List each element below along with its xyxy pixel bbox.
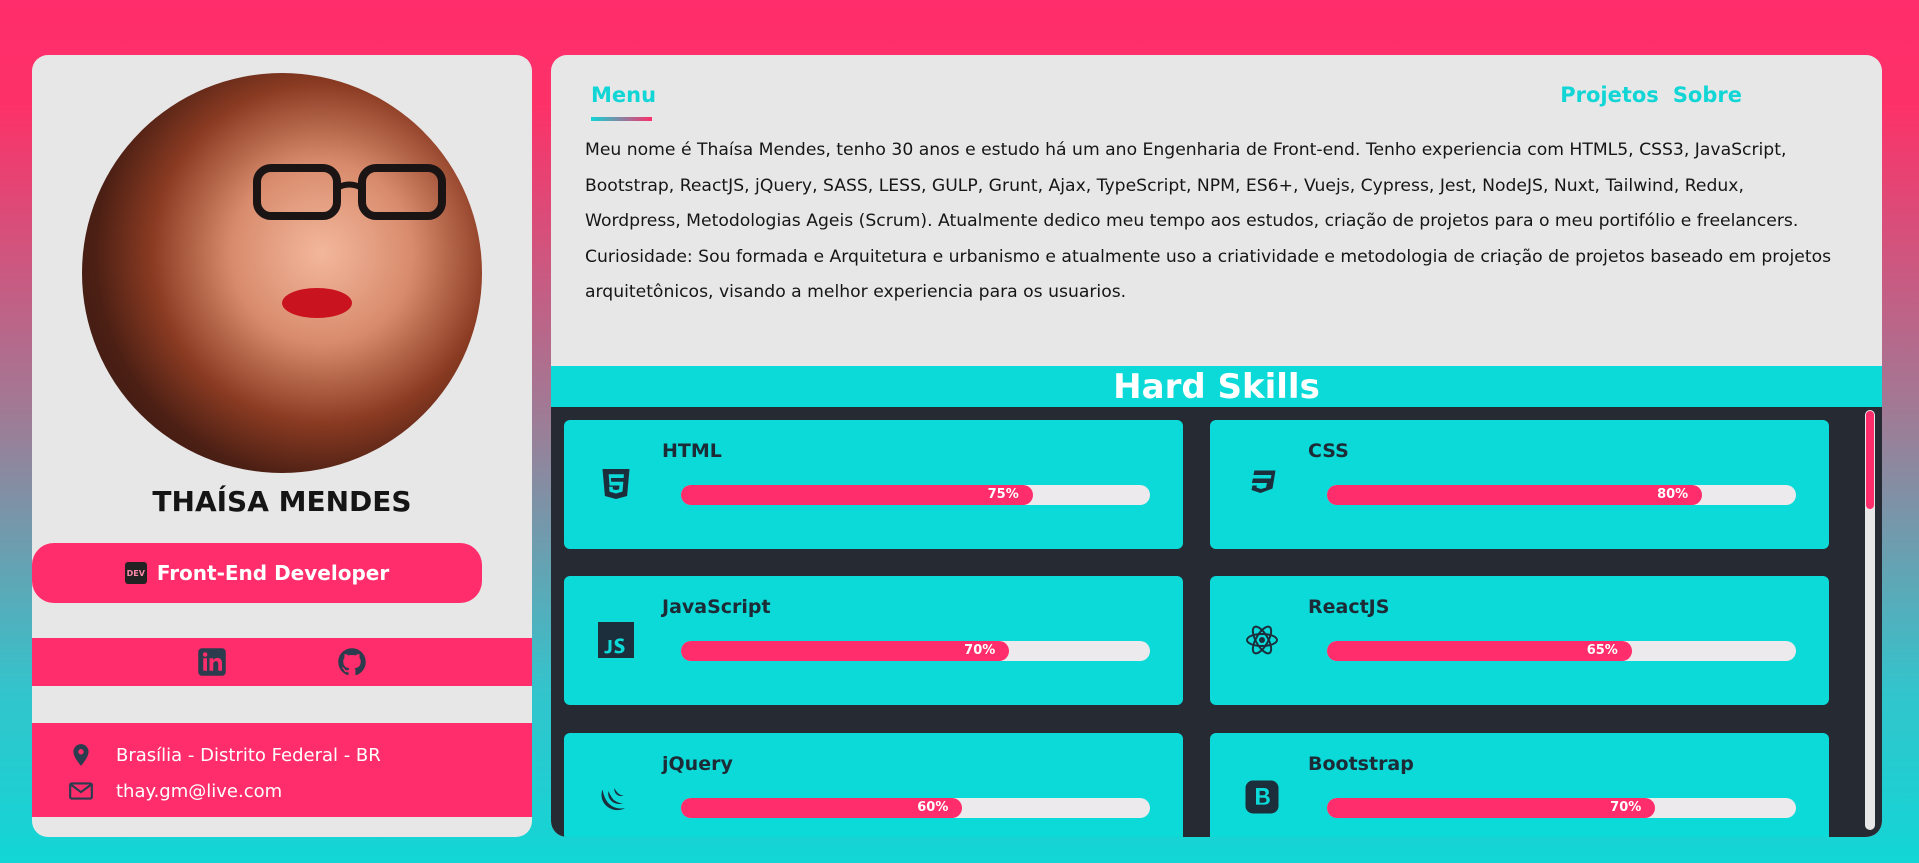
skill-card: Bootstrap 70%	[1210, 733, 1829, 837]
profile-photo	[82, 73, 482, 473]
profile-card: THAÍSA MENDES DEV Front-End Developer Br…	[32, 55, 532, 837]
skill-card: HTML 75%	[564, 420, 1183, 549]
nav-about[interactable]: Sobre	[1673, 83, 1742, 107]
skill-name: ReactJS	[1308, 596, 1390, 618]
skill-progress-fill: 80%	[1327, 485, 1703, 505]
skill-name: CSS	[1308, 440, 1349, 462]
profile-name: THAÍSA MENDES	[152, 485, 412, 518]
skill-progress-track: 75%	[681, 485, 1150, 505]
bio-text: Meu nome é Thaísa Mendes, tenho 30 anos …	[585, 133, 1845, 311]
lips-graphic	[282, 288, 352, 318]
social-links	[32, 638, 532, 686]
nav-projects[interactable]: Projetos	[1560, 83, 1659, 107]
skill-progress-fill: 60%	[681, 798, 963, 818]
skill-progress-fill: 70%	[681, 641, 1010, 661]
html5-icon	[602, 469, 630, 499]
contact-info: Brasília - Distrito Federal - BR thay.gm…	[32, 723, 532, 817]
skill-progress-fill: 70%	[1327, 798, 1656, 818]
bootstrap-icon	[1245, 780, 1279, 814]
glasses-graphic	[253, 164, 446, 220]
skill-name: jQuery	[662, 753, 733, 775]
react-icon	[1246, 625, 1278, 655]
github-icon[interactable]	[337, 647, 367, 677]
jquery-icon	[601, 788, 625, 811]
mail-icon	[69, 782, 93, 800]
location-row: Brasília - Distrito Federal - BR	[68, 737, 532, 773]
skill-name: JavaScript	[662, 596, 771, 618]
email-link[interactable]: thay.gm@live.com	[116, 781, 282, 802]
skills-grid: HTML 75% CSS 80% JavaScript 70% ReactJS …	[551, 407, 1882, 837]
skill-card: ReactJS 65%	[1210, 576, 1829, 705]
skill-progress-track: 70%	[681, 641, 1150, 661]
skill-progress-fill: 75%	[681, 485, 1033, 505]
role-label: Front-End Developer	[156, 561, 390, 585]
bio-paragraph-1: Meu nome é Thaísa Mendes, tenho 30 anos …	[585, 140, 1799, 231]
dev-icon: DEV	[124, 562, 147, 584]
role-button[interactable]: DEV Front-End Developer	[32, 543, 482, 603]
skill-progress-track: 65%	[1327, 641, 1796, 661]
skill-card: jQuery 60%	[564, 733, 1183, 837]
skill-progress-track: 80%	[1327, 485, 1796, 505]
email-row: thay.gm@live.com	[68, 773, 532, 809]
skill-name: Bootstrap	[1308, 753, 1414, 775]
nav-active-underline	[591, 117, 652, 121]
nav-links: Projetos Sobre	[1560, 83, 1742, 107]
linkedin-icon[interactable]	[197, 647, 227, 677]
content-card: Menu Projetos Sobre Meu nome é Thaísa Me…	[551, 55, 1882, 837]
skills-scroll-thumb[interactable]	[1866, 411, 1874, 509]
skill-progress-fill: 65%	[1327, 641, 1632, 661]
nav-menu[interactable]: Menu	[591, 83, 656, 107]
css3-icon	[1250, 470, 1276, 493]
skill-progress-track: 70%	[1327, 798, 1796, 818]
skill-name: HTML	[662, 440, 722, 462]
javascript-icon	[598, 622, 634, 658]
skill-card: JavaScript 70%	[564, 576, 1183, 705]
skill-card: CSS 80%	[1210, 420, 1829, 549]
location-text: Brasília - Distrito Federal - BR	[116, 744, 381, 766]
map-pin-icon	[73, 744, 89, 766]
hard-skills-title: Hard Skills	[551, 366, 1882, 407]
bio-paragraph-2: Curiosidade: Sou formada e Arquitetura e…	[585, 246, 1832, 303]
skill-progress-track: 60%	[681, 798, 1150, 818]
